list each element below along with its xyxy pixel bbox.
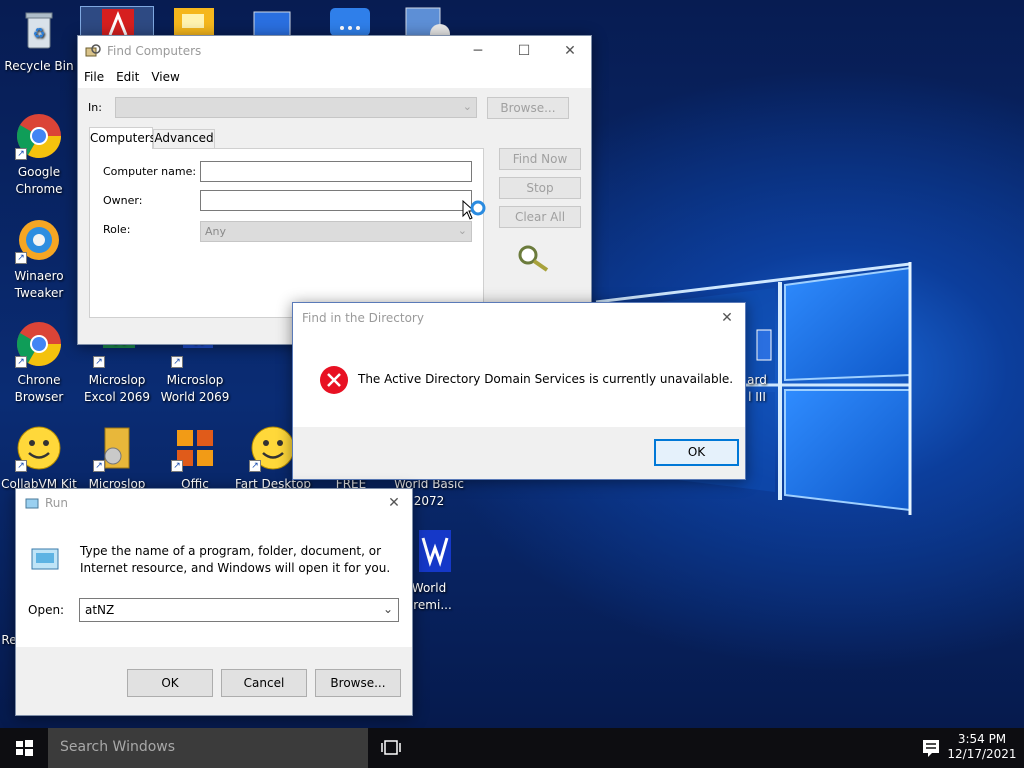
action-center-button[interactable] <box>918 736 944 760</box>
maximize-button[interactable]: ☐ <box>501 36 547 66</box>
open-input-value: atNZ <box>85 603 115 617</box>
chevron-down-icon[interactable]: ⌄ <box>383 602 393 616</box>
role-dropdown[interactable]: Any ⌄ <box>200 221 472 242</box>
minimize-button[interactable]: ─ <box>455 36 501 66</box>
run-body: Type the name of a program, folder, docu… <box>16 517 412 647</box>
shortcut-arrow-icon: ↗ <box>15 252 27 264</box>
chevron-down-icon: ⌄ <box>462 100 472 113</box>
clear-all-button[interactable]: Clear All <box>499 206 581 228</box>
desktop-icon-winaero-tweaker[interactable]: ↗ Winaero Tweaker <box>0 216 78 302</box>
desktop-icon-label: Chrone Browser <box>14 373 64 404</box>
error-icon <box>319 365 349 398</box>
menu-view[interactable]: View <box>151 70 179 84</box>
desktop-icon-google-chrome[interactable]: ↗ Google Chrome <box>0 112 78 198</box>
smiley-icon: ↗ <box>15 424 63 472</box>
stop-button[interactable]: Stop <box>499 177 581 199</box>
desktop-icon-collabvm-kit[interactable]: ↗ CollabVM Kit <box>0 424 78 493</box>
ok-button[interactable]: OK <box>654 439 739 466</box>
busy-cursor-icon <box>462 199 488 227</box>
shortcut-arrow-icon: ↗ <box>93 356 105 368</box>
search-animation-icon <box>515 242 551 275</box>
find-computers-icon <box>85 43 101 59</box>
taskbar: Search Windows 3:54 PM 12/17/2021 <box>0 728 1024 768</box>
menu-bar: File Edit View <box>78 66 591 88</box>
role-label: Role: <box>103 223 131 236</box>
message-area: The Active Directory Domain Services is … <box>293 333 745 427</box>
open-label: Open: <box>28 603 65 617</box>
desktop-icon-recycle-bin[interactable]: ♻ Recycle Bin <box>0 6 78 75</box>
desktop-icon-microslop[interactable]: ↗ Microslop <box>78 424 156 493</box>
title-bar[interactable]: Find Computers ─ ☐ ✕ <box>78 36 591 66</box>
desktop-icon-label: Microslop World 2069 <box>160 373 230 404</box>
windows-icon <box>16 740 33 756</box>
find-now-button[interactable]: Find Now <box>499 148 581 170</box>
run-description: Type the name of a program, folder, docu… <box>80 544 391 575</box>
clock-date: 12/17/2021 <box>947 747 1017 761</box>
run-program-icon <box>28 545 62 578</box>
chrome-icon: ↗ <box>15 320 63 368</box>
in-dropdown[interactable]: ⌄ <box>115 97 477 118</box>
role-value: Any <box>205 225 227 238</box>
tab-advanced[interactable]: Advanced <box>153 129 215 148</box>
shortcut-arrow-icon: ↗ <box>249 460 261 472</box>
recycle-bin-icon: ♻ <box>15 6 63 54</box>
close-button[interactable]: ✕ <box>376 489 412 517</box>
folder-disc-icon: ↗ <box>93 424 141 472</box>
window-title: Find Computers <box>107 44 202 58</box>
shortcut-arrow-icon: ↗ <box>15 148 27 160</box>
desktop-icon-label: Recycle Bin <box>4 59 74 73</box>
run-dialog: Run ✕ Type the name of a program, folder… <box>15 488 413 716</box>
close-button[interactable]: ✕ <box>547 36 593 66</box>
clock[interactable]: 3:54 PM 12/17/2021 <box>944 732 1020 766</box>
office-logo-icon: ↗ <box>171 424 219 472</box>
desktop-icon-label: Microslop Excol 2069 <box>83 373 151 404</box>
cancel-button[interactable]: Cancel <box>221 669 307 697</box>
task-view-icon <box>381 740 401 755</box>
start-button[interactable] <box>0 728 48 768</box>
smiley-icon: ↗ <box>249 424 297 472</box>
search-box[interactable]: Search Windows <box>48 728 368 768</box>
shortcut-arrow-icon: ↗ <box>15 460 27 472</box>
tab-computers[interactable]: Computers <box>89 127 156 149</box>
title-bar[interactable]: Run ✕ <box>16 489 412 517</box>
computer-name-input[interactable] <box>200 161 472 182</box>
dialog-title: Find in the Directory <box>302 311 424 325</box>
browse-button[interactable]: Browse... <box>487 97 569 119</box>
desktop-icon-selected[interactable] <box>80 6 154 37</box>
title-bar[interactable]: Find in the Directory ✕ <box>293 303 745 333</box>
shortcut-arrow-icon: ↗ <box>15 356 27 368</box>
desktop-icon-chrone-browser[interactable]: ↗ Chrone Browser <box>0 320 78 406</box>
winaero-tweaker-icon: ↗ <box>15 216 63 264</box>
clock-time: 3:54 PM <box>957 732 1007 746</box>
run-icon <box>25 496 39 510</box>
chrome-icon: ↗ <box>15 112 63 160</box>
owner-input[interactable] <box>200 190 472 211</box>
error-message: The Active Directory Domain Services is … <box>358 372 734 386</box>
find-computers-window: Find Computers ─ ☐ ✕ File Edit View In: … <box>77 35 592 345</box>
desktop-icon-label: Google Chrome <box>15 165 63 196</box>
computer-name-label: Computer name: <box>103 165 197 178</box>
in-label: In: <box>88 101 102 114</box>
menu-file[interactable]: File <box>84 70 104 84</box>
dialog-title: Run <box>45 496 69 510</box>
shortcut-arrow-icon: ↗ <box>93 460 105 472</box>
svg-text:♻: ♻ <box>33 26 46 42</box>
shortcut-arrow-icon: ↗ <box>171 460 183 472</box>
error-dialog: Find in the Directory ✕ The Active Direc… <box>292 302 746 480</box>
desktop-icon-label: Winaero Tweaker <box>14 269 64 300</box>
shortcut-arrow-icon: ↗ <box>171 356 183 368</box>
search-placeholder: Search Windows <box>60 739 176 755</box>
open-input[interactable]: atNZ ⌄ <box>79 598 399 622</box>
browse-button[interactable]: Browse... <box>315 669 401 697</box>
menu-edit[interactable]: Edit <box>116 70 139 84</box>
close-button[interactable]: ✕ <box>709 303 745 333</box>
ok-button[interactable]: OK <box>127 669 213 697</box>
owner-label: Owner: <box>103 194 143 207</box>
task-view-button[interactable] <box>378 736 404 760</box>
notification-icon <box>923 740 939 757</box>
desktop-icon-office[interactable]: ↗ Offic <box>156 424 234 493</box>
